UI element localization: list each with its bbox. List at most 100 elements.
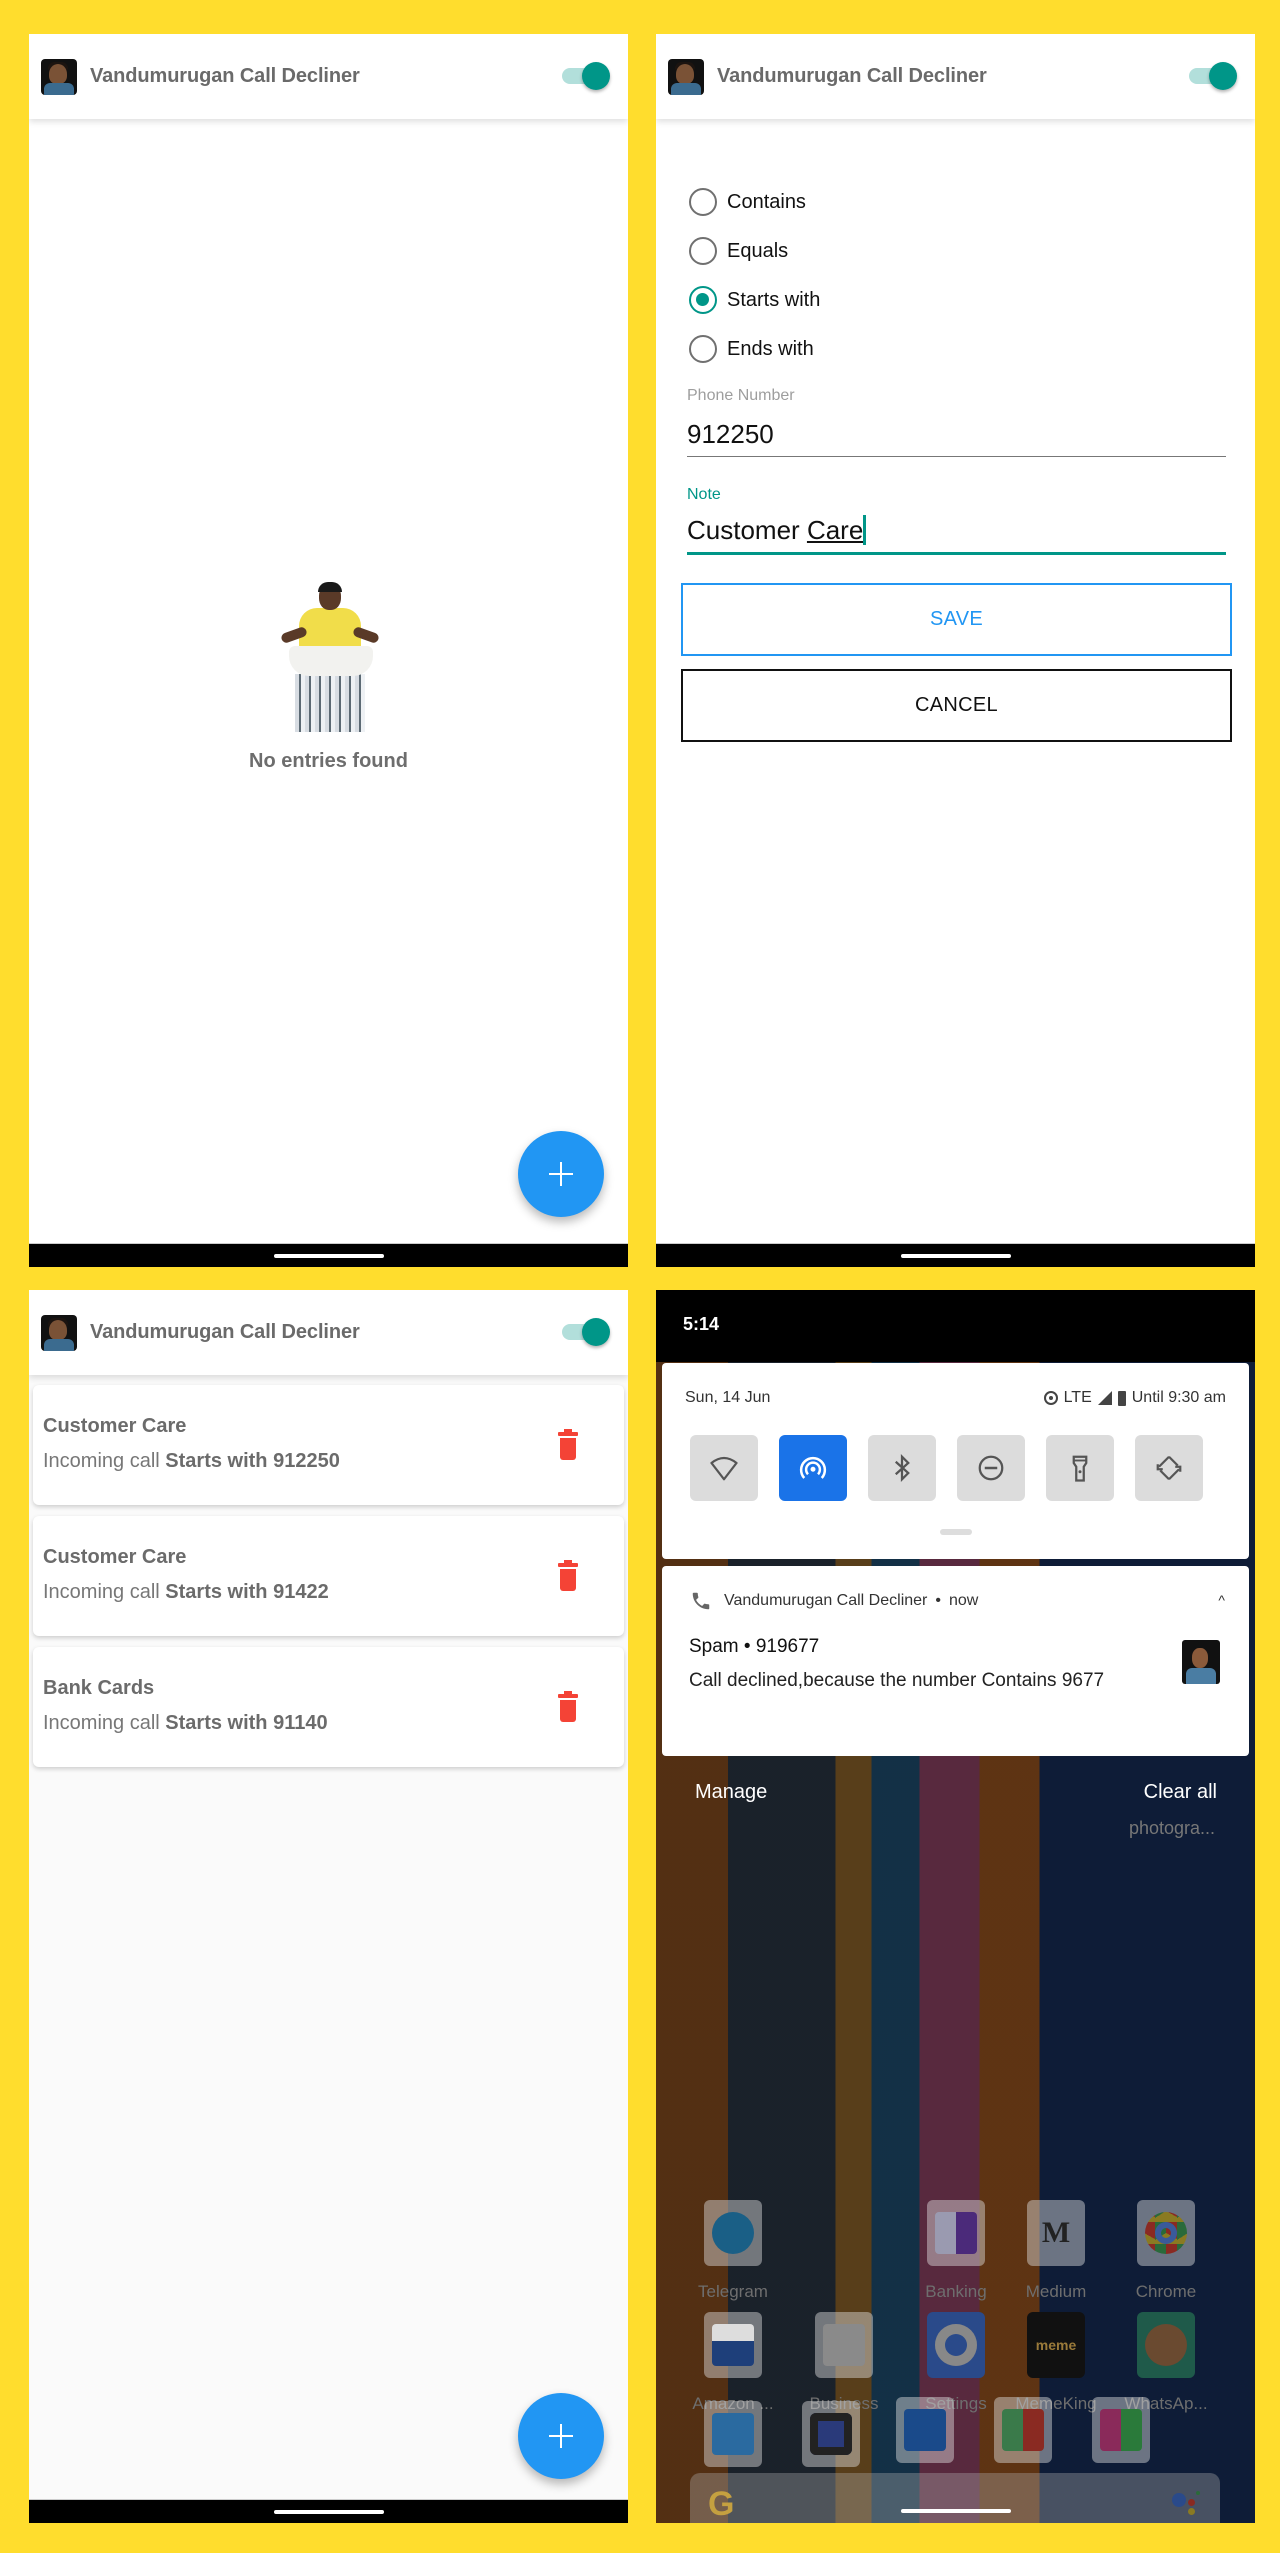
telegram-icon xyxy=(704,2200,762,2266)
delete-icon[interactable] xyxy=(558,1429,578,1460)
home-gesture-handle[interactable] xyxy=(900,2509,1011,2513)
file-manager-icon xyxy=(704,2401,762,2467)
date-label: Sun, 14 Jun xyxy=(685,1389,771,1406)
app-folder-business[interactable]: Business xyxy=(799,2312,889,2414)
radio-button-selected[interactable] xyxy=(689,286,717,314)
radio-ends-with[interactable]: Ends with xyxy=(689,335,814,363)
clear-all-button[interactable]: Clear all xyxy=(1144,1781,1217,1804)
navigation-bar xyxy=(656,2499,1255,2523)
app-es-file-explorer[interactable] xyxy=(688,2401,778,2467)
tile-auto-rotate[interactable] xyxy=(1135,1435,1203,1501)
notification-shade-screen: 5:14 Sun, 14 Jun LTE Until 9:30 am Vandu… xyxy=(656,1290,1255,2523)
home-gesture-handle[interactable] xyxy=(273,2510,384,2514)
app-title: Vandumurugan Call Decliner xyxy=(90,65,360,87)
auto-rotate-icon xyxy=(1156,1455,1182,1481)
delete-icon[interactable] xyxy=(558,1560,578,1591)
app-chrome[interactable]: Chrome xyxy=(1121,2200,1211,2302)
list-item[interactable]: Customer Care Incoming call Starts with … xyxy=(33,1516,624,1636)
app-label: Chrome xyxy=(1135,2282,1197,2301)
entries-list-screen: Vandumurugan Call Decliner Customer Care… xyxy=(29,1290,628,2523)
battery-icon xyxy=(1117,1390,1126,1406)
service-toggle[interactable] xyxy=(560,61,610,91)
app-title: Vandumurugan Call Decliner xyxy=(717,65,987,87)
camera-icon xyxy=(802,2401,860,2467)
tile-do-not-disturb[interactable] xyxy=(957,1435,1025,1501)
app-folder-google[interactable] xyxy=(978,2397,1068,2463)
note-value: Customer xyxy=(687,515,800,545)
note-label: Note xyxy=(687,486,721,503)
list-item[interactable]: Bank Cards Incoming call Starts with 911… xyxy=(33,1647,624,1767)
memeking-icon: meme xyxy=(1027,2312,1085,2378)
service-toggle[interactable] xyxy=(1187,61,1237,91)
app-telegram[interactable]: Telegram xyxy=(688,2200,778,2302)
cancel-button[interactable]: CANCEL xyxy=(681,669,1232,742)
status-bar xyxy=(656,1290,1255,1362)
call-declined-notification[interactable]: Vandumurugan Call Decliner • now ^ Spam … xyxy=(662,1566,1249,1756)
app-title: Vandumurugan Call Decliner xyxy=(90,1321,360,1343)
app-logo-icon xyxy=(41,1314,77,1351)
app-amazon[interactable]: Amazon ... xyxy=(688,2312,778,2414)
add-entry-button[interactable] xyxy=(518,1131,604,1217)
app-bar: Vandumurugan Call Decliner xyxy=(656,34,1255,119)
wifi-icon xyxy=(710,1456,738,1481)
app-medium[interactable]: M Medium xyxy=(1011,2200,1101,2302)
entry-note: Customer Care xyxy=(43,1546,187,1568)
notification-large-icon xyxy=(1182,1640,1220,1684)
entry-prefix: Incoming call xyxy=(43,1450,160,1472)
network-type: LTE xyxy=(1063,1389,1092,1406)
entry-prefix: Incoming call xyxy=(43,1581,160,1603)
save-button[interactable]: SAVE xyxy=(681,583,1232,656)
phone-number-value: 912250 xyxy=(687,419,774,449)
quick-settings-expand-handle[interactable] xyxy=(939,1529,972,1535)
folder-icon xyxy=(1092,2397,1150,2463)
delete-icon[interactable] xyxy=(558,1691,578,1722)
radio-button[interactable] xyxy=(689,237,717,265)
entries-list: Customer Care Incoming call Starts with … xyxy=(33,1385,624,1778)
app-logo-icon xyxy=(41,58,77,95)
note-value-composing: Care xyxy=(806,515,864,545)
app-folder-social[interactable] xyxy=(1076,2397,1166,2463)
folder-icon xyxy=(896,2397,954,2463)
tile-bluetooth[interactable] xyxy=(868,1435,936,1501)
flashlight-icon xyxy=(1072,1455,1088,1482)
app-bar: Vandumurugan Call Decliner xyxy=(29,1290,628,1375)
tile-hotspot[interactable] xyxy=(779,1435,847,1501)
phone-icon xyxy=(692,1592,710,1610)
note-input[interactable]: Customer Care xyxy=(687,515,1226,555)
quick-settings-tiles xyxy=(690,1435,1203,1501)
chevron-up-icon[interactable]: ^ xyxy=(1218,1592,1225,1608)
bluetooth-icon xyxy=(894,1454,910,1482)
radio-contains[interactable]: Contains xyxy=(689,188,806,216)
notification-title: Spam • 919677 xyxy=(689,1636,820,1657)
battery-estimate: Until 9:30 am xyxy=(1131,1389,1226,1406)
radio-button[interactable] xyxy=(689,188,717,216)
quick-settings-panel: Sun, 14 Jun LTE Until 9:30 am xyxy=(662,1363,1249,1559)
list-item[interactable]: Customer Care Incoming call Starts with … xyxy=(33,1385,624,1505)
app-camera[interactable] xyxy=(786,2401,876,2467)
hotspot-icon xyxy=(799,1456,827,1479)
phone-number-input[interactable]: 912250 xyxy=(687,419,1226,457)
background-app-label: photogra... xyxy=(1128,1818,1215,1838)
service-toggle[interactable] xyxy=(560,1317,610,1347)
settings-icon xyxy=(927,2312,985,2378)
home-gesture-handle[interactable] xyxy=(273,1254,384,1258)
tile-wifi[interactable] xyxy=(690,1435,758,1501)
notification-header: Vandumurugan Call Decliner • now xyxy=(690,1590,978,1612)
app-folder-communication[interactable] xyxy=(880,2397,970,2463)
app-folder-banking[interactable]: Banking xyxy=(911,2200,1001,2302)
manage-notifications-button[interactable]: Manage xyxy=(695,1781,767,1804)
radio-starts-with[interactable]: Starts with xyxy=(689,286,820,314)
amazon-icon xyxy=(704,2312,762,2378)
signal-icon xyxy=(1097,1391,1112,1405)
hotspot-icon xyxy=(1043,1391,1058,1405)
add-entry-button[interactable] xyxy=(518,2393,604,2479)
chrome-icon xyxy=(1137,2200,1195,2266)
tile-flashlight[interactable] xyxy=(1046,1435,1114,1501)
entry-rule: Incoming call Starts with 91422 xyxy=(43,1581,329,1604)
radio-equals[interactable]: Equals xyxy=(689,237,788,265)
plus-icon xyxy=(549,2424,573,2448)
radio-button[interactable] xyxy=(689,335,717,363)
home-gesture-handle[interactable] xyxy=(900,1254,1011,1258)
app-label: Telegram xyxy=(698,2282,768,2301)
separator-dot: • xyxy=(935,1592,941,1609)
